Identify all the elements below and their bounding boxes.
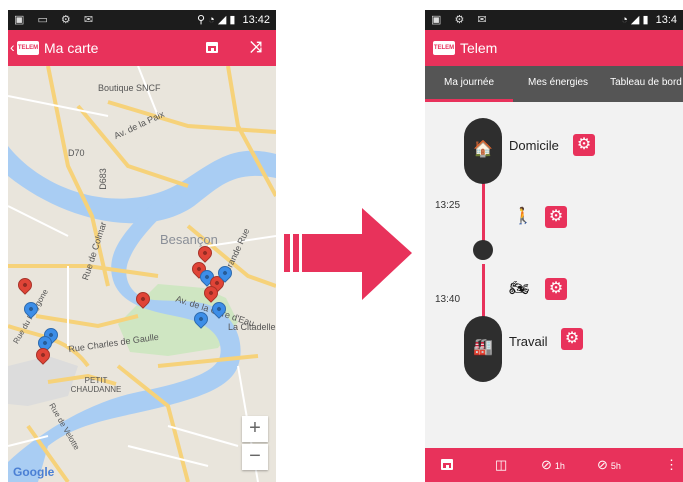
timeline-transfer-dot bbox=[473, 240, 493, 260]
filter-5h-button[interactable]: ⊘ 5h bbox=[597, 457, 621, 473]
no-location-icon: ⊘ bbox=[597, 457, 608, 472]
more-options-icon[interactable]: ⋮ bbox=[665, 457, 678, 473]
shuffle-icon[interactable]: ⤨ bbox=[250, 39, 262, 56]
system-icons: ⚲ ◔ ◢ ▮ 13:42 bbox=[197, 13, 270, 26]
filter-5h-label: 5h bbox=[610, 461, 621, 471]
app-bar: TELEM Telem bbox=[425, 30, 683, 66]
tab-bar: Ma journée Mes énergies Tableau de bord bbox=[425, 66, 683, 102]
zoom-out-button[interactable]: − bbox=[242, 444, 268, 470]
bottom-toolbar: ◫ ⊘ 1h ⊘ 5h ⋮ bbox=[425, 448, 683, 482]
transition-arrow-icon bbox=[284, 208, 412, 300]
map-icon[interactable]: ◫ bbox=[495, 457, 507, 473]
back-chevron-icon[interactable]: ‹ bbox=[10, 39, 15, 55]
arrival-time: 13:40 bbox=[435, 294, 461, 305]
map-label-d683: D683 bbox=[97, 168, 108, 190]
timeline-node-travail[interactable]: 🏭 bbox=[464, 316, 502, 382]
status-bar: ▣ ▭ ⚙ ✉ ⚲ ◔ ◢ ▮ 13:42 bbox=[8, 10, 276, 30]
no-location-icon: ⊘ bbox=[541, 457, 552, 472]
map-view[interactable]: Boutique SNCF Av. de la Paix D70 D683 Be… bbox=[8, 66, 276, 482]
clock: 13:4 bbox=[655, 14, 677, 26]
tab-ma-journee[interactable]: Ma journée bbox=[425, 66, 513, 102]
home-icon: 🏠 bbox=[473, 141, 493, 158]
signal-icons: ⚲ ◔ ◢ ▮ bbox=[197, 14, 236, 26]
map-label-boutique: Boutique SNCF bbox=[98, 83, 161, 93]
tab-mes-energies[interactable]: Mes énergies bbox=[515, 66, 601, 102]
status-bar: ▣ ⚙ ✉ ◔ ◢ ▮ 13:4 bbox=[425, 10, 683, 30]
screen-title: Ma carte bbox=[44, 40, 99, 56]
tab-tableau-de-bord[interactable]: Tableau de bord bbox=[605, 66, 683, 102]
notification-icons: ▣ ▭ ⚙ ✉ bbox=[14, 14, 99, 26]
telem-logo: TELEM bbox=[433, 41, 455, 55]
map-label-chaudanne: PETIT CHAUDANNE bbox=[70, 376, 122, 394]
place-label-travail: Travail bbox=[509, 334, 548, 349]
timeline-segment bbox=[482, 180, 485, 248]
timeline-node-domicile[interactable]: 🏠 bbox=[464, 118, 502, 184]
motorbike-icon: 🏍 bbox=[509, 280, 530, 297]
signal-icons: ◔ ◢ ▮ bbox=[621, 14, 649, 26]
map-label-city: Besançon bbox=[160, 232, 218, 247]
zoom-in-button[interactable]: + bbox=[242, 416, 268, 442]
map-screen: ▣ ▭ ⚙ ✉ ⚲ ◔ ◢ ▮ 13:42 ‹ TELEM Ma carte ⤨… bbox=[8, 10, 276, 482]
map-label-citadelle: La Citadelle bbox=[228, 322, 276, 332]
app-bar: ‹ TELEM Ma carte bbox=[8, 30, 276, 66]
timeline-segment bbox=[482, 264, 485, 324]
settings-gear-icon[interactable]: ⚙ bbox=[545, 278, 567, 300]
telem-logo: TELEM bbox=[17, 41, 39, 55]
google-attribution: Google bbox=[13, 465, 55, 479]
place-label-domicile: Domicile bbox=[509, 138, 559, 153]
departure-time: 13:25 bbox=[435, 200, 461, 211]
factory-icon: 🏭 bbox=[473, 339, 493, 356]
journey-screen: ▣ ⚙ ✉ ◔ ◢ ▮ 13:4 TELEM Telem Ma journée … bbox=[425, 10, 683, 482]
clock: 13:42 bbox=[242, 14, 270, 26]
calendar-icon[interactable] bbox=[206, 42, 218, 53]
notification-icons: ▣ ⚙ ✉ bbox=[431, 14, 492, 26]
walk-icon: 🚶 bbox=[513, 208, 533, 225]
settings-gear-icon[interactable]: ⚙ bbox=[573, 134, 595, 156]
map-label-d70: D70 bbox=[68, 148, 85, 158]
filter-1h-button[interactable]: ⊘ 1h bbox=[541, 457, 565, 473]
filter-1h-label: 1h bbox=[554, 461, 565, 471]
system-icons: ◔ ◢ ▮ 13:4 bbox=[621, 13, 677, 26]
calendar-icon[interactable] bbox=[441, 459, 453, 470]
screen-title: Telem bbox=[460, 40, 498, 56]
settings-gear-icon[interactable]: ⚙ bbox=[561, 328, 583, 350]
settings-gear-icon[interactable]: ⚙ bbox=[545, 206, 567, 228]
